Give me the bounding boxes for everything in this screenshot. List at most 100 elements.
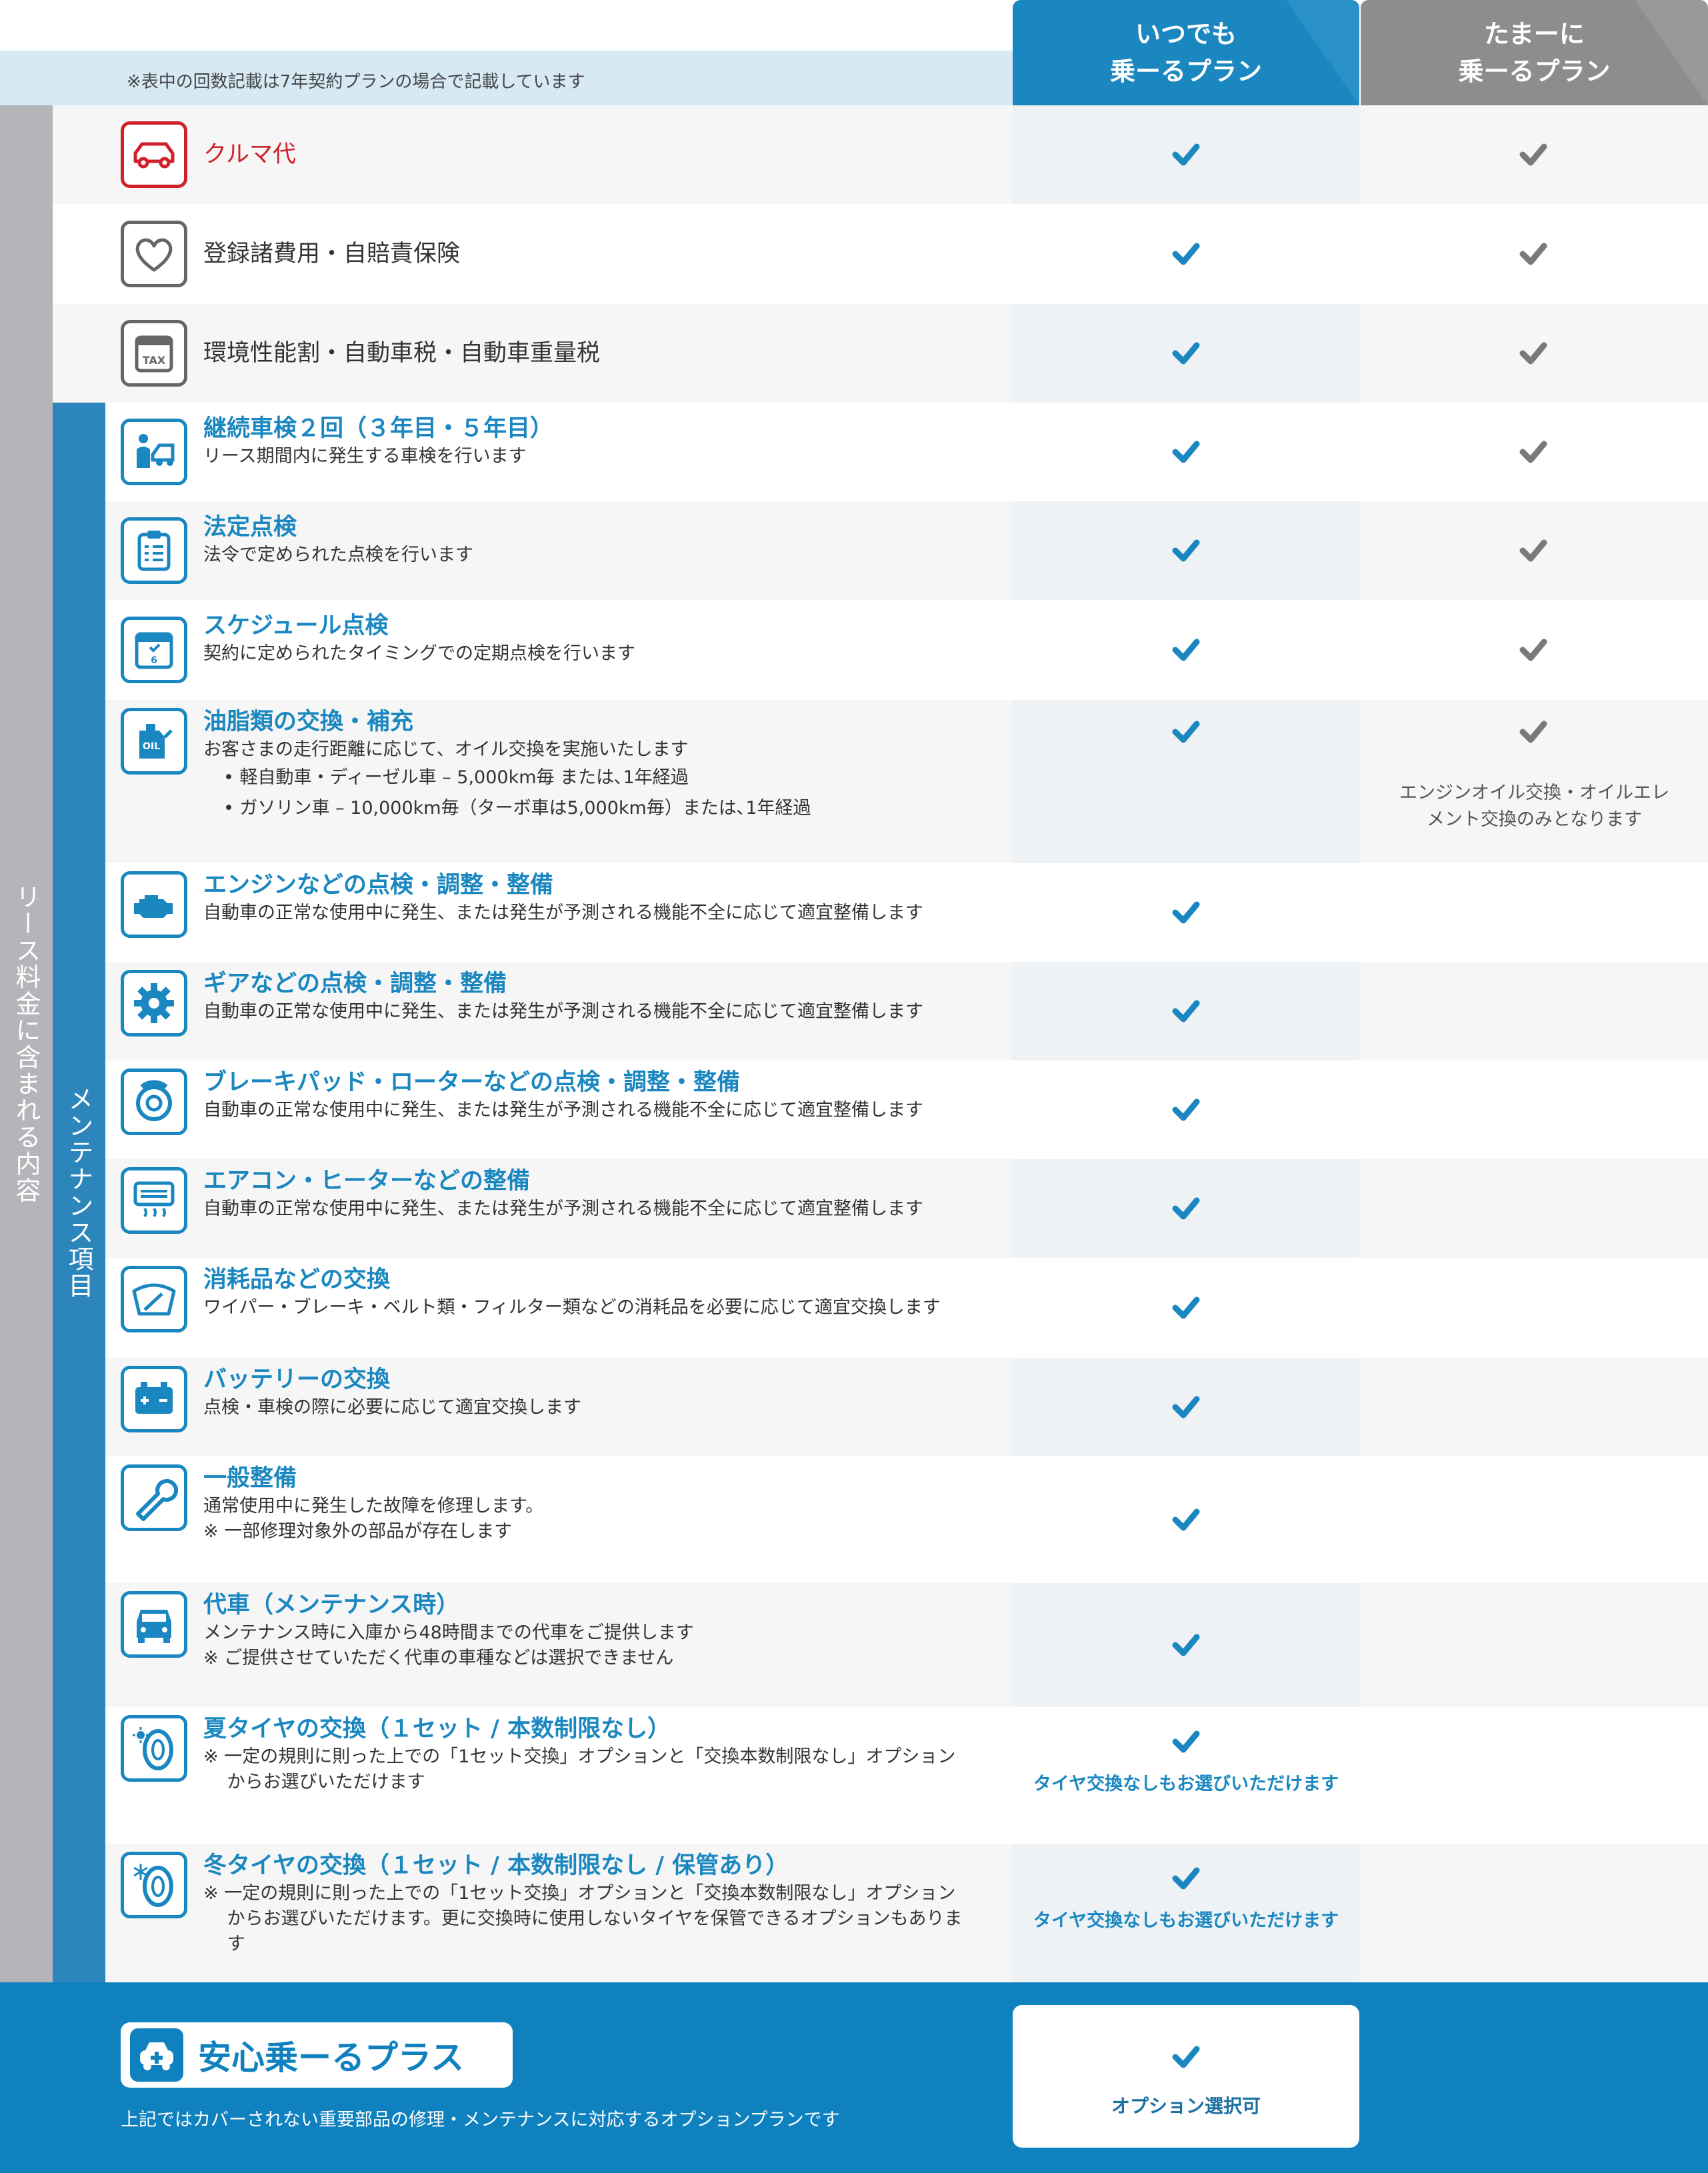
svg-text:6: 6	[151, 655, 157, 666]
wiper-icon	[121, 1266, 187, 1332]
table-row: 代車（メンテナンス時） メンテナンス時に入庫から48時間までの代車をご提供します …	[105, 1583, 1708, 1707]
header-note: ※表中の回数記載は7年契約プランの場合で記載しています	[127, 72, 585, 92]
check-icon	[1519, 243, 1547, 265]
check-icon	[1172, 143, 1200, 166]
row-title: スケジュール点検	[203, 613, 389, 639]
row-title: エアコン・ヒーターなどの整備	[203, 1168, 531, 1194]
row-title: 夏タイヤの交換（１セット / 本数制限なし）	[203, 1716, 671, 1742]
summer-tire-icon	[121, 1715, 187, 1782]
check-icon	[1172, 1000, 1200, 1023]
row-title: ブレーキパッド・ローターなどの点検・調整・整備	[203, 1069, 741, 1096]
oil-can-icon: OIL	[121, 708, 187, 775]
table-row: 冬タイヤの交換（１セット / 本数制限なし / 保管あり） ※ 一定の規則に則った…	[105, 1844, 1708, 1982]
table-row: 登録諸費用・自賠責保険	[53, 204, 1708, 304]
plan-header-itsudemo: いつでも 乗ーるプラン	[1013, 0, 1359, 105]
row-description: 自動車の正常な使用中に発生、または発生が予測される機能不全に応じて適宜整備します	[203, 903, 923, 923]
row-description: リース期間内に発生する車検を行います	[203, 446, 527, 467]
anshin-plus-badge: 安心乗ーるプラス	[121, 2022, 513, 2088]
row-description: メンテナンス時に入庫から48時間までの代車をご提供します ※ ご提供させていただ…	[203, 1622, 694, 1668]
check-icon	[1172, 441, 1200, 463]
check-icon	[1172, 901, 1200, 924]
row-title: ギアなどの点検・調整・整備	[203, 971, 507, 997]
tamani-plan-note: エンジンオイル交換・オイルエレ メント交換のみとなります	[1399, 783, 1669, 830]
table-row: ブレーキパッド・ローターなどの点検・調整・整備 自動車の正常な使用中に発生、または…	[105, 1061, 1708, 1159]
svg-text:OIL: OIL	[143, 741, 160, 752]
check-icon	[1172, 1730, 1200, 1753]
air-conditioner-icon	[121, 1167, 187, 1234]
check-icon	[1519, 143, 1547, 166]
row-title: 継続車検２回（３年目・５年目）	[203, 415, 554, 442]
check-icon	[1519, 721, 1547, 743]
table-row: 法定点検 法令で定められた点検を行います	[105, 501, 1708, 600]
table-row: エンジンなどの点検・調整・整備 自動車の正常な使用中に発生、または発生が予測される…	[105, 863, 1708, 962]
side-label-lease-contents: リース料金に含まれる内容	[0, 105, 53, 1982]
row-description: 通常使用中に発生した故障を修理します。 ※ 一部修理対象外の部品が存在します	[203, 1496, 544, 1542]
table-row: 夏タイヤの交換（１セット / 本数制限なし） ※ 一定の規則に則った上での「1セッ…	[105, 1707, 1708, 1844]
check-icon	[1519, 639, 1547, 661]
row-description: 自動車の正常な使用中に発生、または発生が予測される機能不全に応じて適宜整備します	[203, 1198, 923, 1219]
wrench-icon	[121, 1464, 187, 1531]
row-title: 油脂類の交換・補充	[203, 709, 414, 735]
check-icon	[1172, 243, 1200, 265]
car-front-icon	[121, 1591, 187, 1658]
row-title: 環境性能割・自動車税・自動車重量税	[203, 340, 601, 367]
row-title: クルマ代	[203, 141, 296, 168]
table-row: 一般整備通常使用中に発生した故障を修理します。 ※ 一部修理対象外の部品が存在し…	[105, 1456, 1708, 1583]
table-row: 6 スケジュール点検契約に定められたタイミングでの定期点検を行います	[105, 600, 1708, 700]
table-row: エアコン・ヒーターなどの整備自動車の正常な使用中に発生、または発生が予測される機…	[105, 1159, 1708, 1258]
row-description: ※ 一定の規則に則った上での「1セット交換」オプションと「交換本数制限なし」オプ…	[203, 1746, 956, 1792]
check-icon	[1172, 1197, 1200, 1220]
winter-tire-icon	[121, 1852, 187, 1918]
check-icon	[1172, 1296, 1200, 1319]
itsudemo-plan-note: タイヤ交換なしもお選びいただけます	[1033, 1774, 1339, 1794]
anshin-plus-description: 上記ではカバーされない重要部品の修理・メンテナンスに対応するオプションプランです	[121, 2110, 840, 2130]
check-icon	[1172, 1867, 1200, 1890]
table-row: TAX 環境性能割・自動車税・自動車重量税	[53, 304, 1708, 403]
check-icon	[1519, 539, 1547, 562]
check-icon	[1172, 1508, 1200, 1531]
table-row: クルマ代	[53, 105, 1708, 204]
row-title: 消耗品などの交換	[203, 1266, 391, 1293]
table-row: 消耗品などの交換ワイパー・ブレーキ・ベルト類・フィルター類などの消耗品を必要に応…	[105, 1258, 1708, 1358]
check-icon	[1172, 1098, 1200, 1121]
tax-icon: TAX	[121, 320, 187, 387]
check-icon	[1519, 342, 1547, 365]
mechanic-icon	[121, 419, 187, 485]
row-description: ワイパー・ブレーキ・ベルト類・フィルター類などの消耗品を必要に応じて適宜交換しま…	[203, 1297, 941, 1318]
anshin-plus-option-label: オプション選択可	[1111, 2095, 1261, 2117]
row-description: お客さまの走行距離に応じて、オイル交換を実施いたします	[203, 739, 689, 760]
brake-disc-icon	[121, 1069, 187, 1135]
row-description: 契約に定められたタイミングでの定期点検を行います	[203, 643, 635, 664]
table-row: 継続車検２回（３年目・５年目） リース期間内に発生する車検を行います	[105, 403, 1708, 501]
anshin-plus-option-box: オプション選択可	[1013, 2005, 1359, 2148]
table-row: OIL 油脂類の交換・補充お客さまの走行距離に応じて、オイル交換を実施いたします •…	[105, 700, 1708, 863]
anshin-plus-title: 安心乗ーるプラス	[198, 2038, 464, 2077]
check-icon	[1172, 1634, 1200, 1656]
row-title: 代車（メンテナンス時）	[203, 1592, 460, 1618]
check-icon	[1172, 639, 1200, 661]
check-icon	[1172, 342, 1200, 365]
row-description: 点検・車検の際に必要に応じて適宜交換します	[203, 1397, 581, 1418]
row-title: バッテリーの交換	[203, 1366, 391, 1393]
gear-icon	[121, 970, 187, 1037]
svg-text:TAX: TAX	[143, 354, 166, 367]
side-label-maintenance: メンテナンス項目	[53, 403, 105, 1982]
car-icon	[121, 121, 187, 188]
check-icon	[1519, 441, 1547, 463]
battery-icon	[121, 1366, 187, 1432]
row-description: ※ 一定の規則に則った上での「1セット交換」オプションと「交換本数制限なし」オプ…	[203, 1883, 963, 1954]
engine-icon	[121, 871, 187, 938]
car-medical-cross-icon	[130, 2028, 183, 2082]
row-description: 自動車の正常な使用中に発生、または発生が予測される機能不全に応じて適宜整備します	[203, 1001, 923, 1022]
plan-header-tamani: たまーに 乗ーるプラン	[1361, 0, 1708, 105]
calendar-6-month-icon: 6	[121, 617, 187, 683]
itsudemo-plan-note: タイヤ交換なしもお選びいただけます	[1033, 1910, 1339, 1931]
check-icon	[1172, 721, 1200, 743]
bullet-item: • 軽自動車・ディーゼル車 – 5,000km毎 または､1年経過	[223, 767, 689, 788]
heart-icon	[121, 221, 187, 287]
check-icon	[1172, 2046, 1200, 2068]
row-title: 一般整備	[203, 1465, 297, 1492]
row-description: 法令で定められた点検を行います	[203, 545, 473, 565]
row-title: 冬タイヤの交換（１セット / 本数制限なし / 保管あり）	[203, 1852, 789, 1879]
bullet-item: • ガソリン車 – 10,000km毎（ターボ車は5,000km毎）または､1年…	[223, 798, 811, 819]
